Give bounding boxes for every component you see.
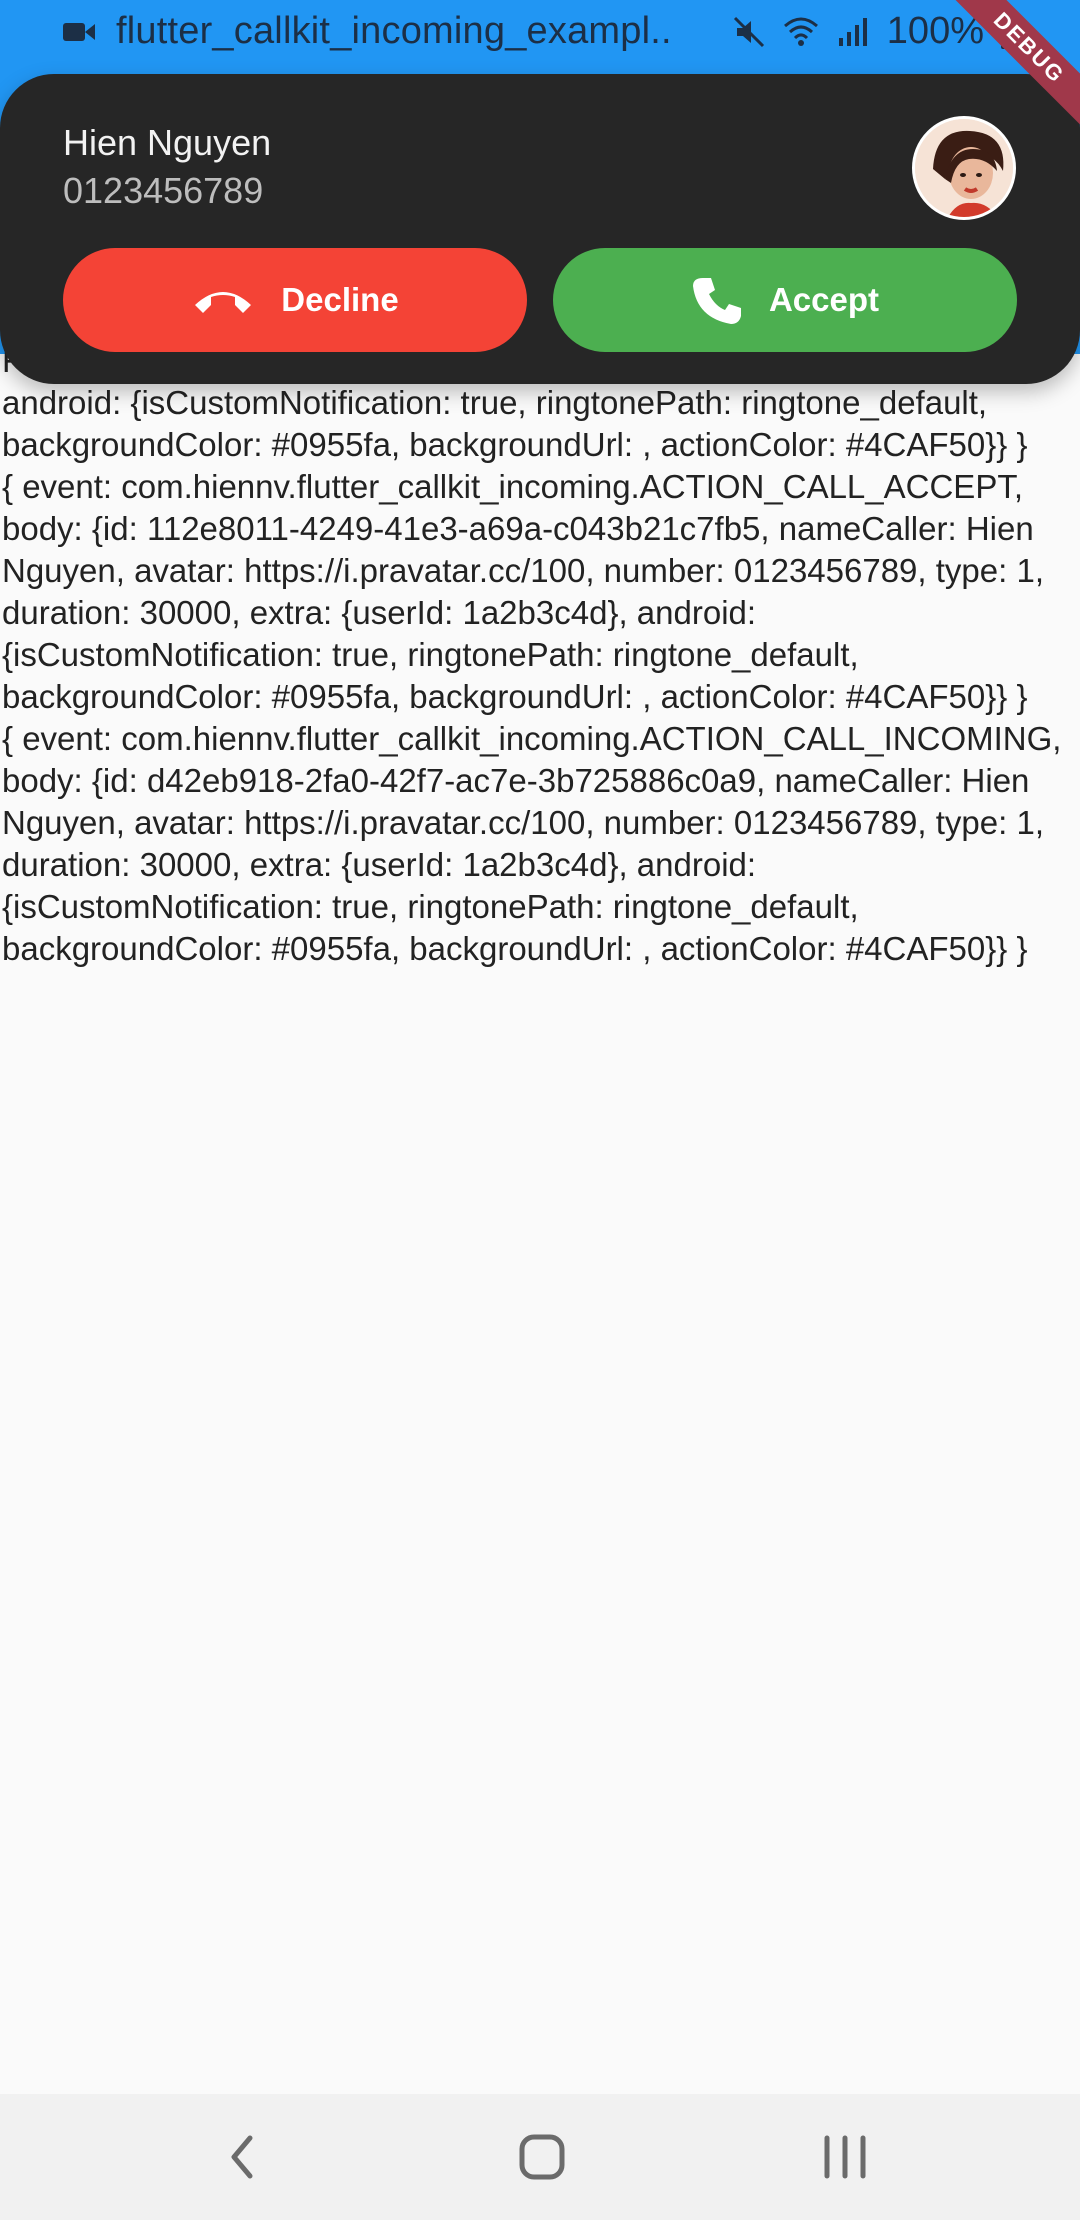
log-entry: { event: com.hiennv.flutter_callkit_inco…: [2, 468, 1044, 715]
status-bar: flutter_callkit_incoming_exampl.. 100%: [0, 0, 1080, 64]
signal-icon: [838, 17, 867, 46]
accept-button[interactable]: Accept: [553, 248, 1017, 352]
mute-icon: [733, 16, 764, 47]
notification-title: flutter_callkit_incoming_exampl..: [116, 10, 672, 52]
avatar-image: [915, 119, 1013, 217]
caller-number: 0123456789: [63, 170, 264, 211]
status-left: flutter_callkit_incoming_exampl..: [62, 10, 672, 53]
caller-name: Hien Nguyen: [63, 122, 272, 163]
log-entry: { event: com.hiennv.flutter_callkit_inco…: [2, 720, 1062, 967]
decline-button[interactable]: Decline: [63, 248, 527, 352]
navigation-bar: [0, 2094, 1080, 2220]
phone-icon: [692, 278, 741, 324]
back-icon[interactable]: [212, 2132, 272, 2182]
home-icon[interactable]: [512, 2132, 572, 2182]
video-icon: [63, 22, 95, 41]
wifi-icon: [783, 17, 818, 46]
hang-up-icon: [195, 292, 252, 313]
recents-icon[interactable]: [815, 2132, 875, 2182]
event-log: F… 0123456789, type: 1, duration: 30000,…: [0, 340, 1080, 970]
avatar: [912, 116, 1016, 220]
decline-label: Decline: [281, 281, 399, 318]
accept-label: Accept: [768, 281, 880, 318]
incoming-call-card: Hien Nguyen 0123456789 Decline Accept: [0, 74, 1080, 384]
battery-level: 100%: [886, 10, 984, 52]
